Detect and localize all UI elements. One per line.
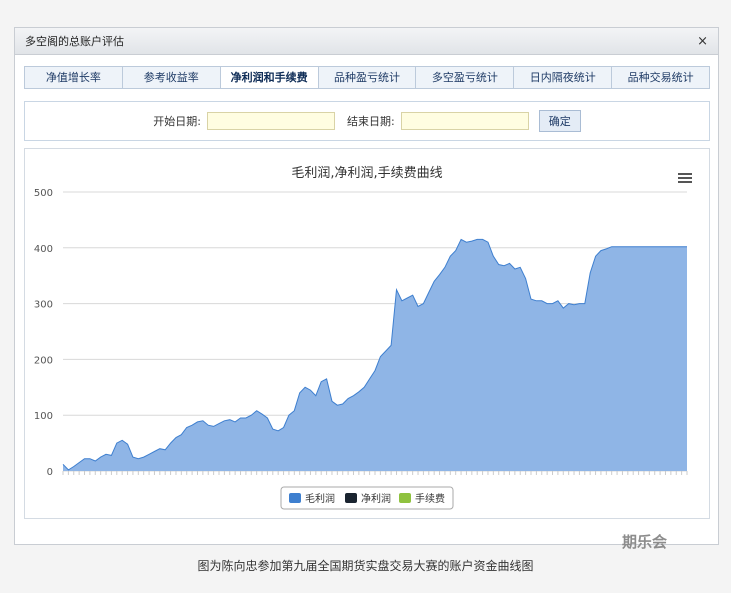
- tab-long-short-pnl[interactable]: 多空盈亏统计: [416, 67, 515, 88]
- legend-label-gross: 毛利润: [305, 492, 335, 505]
- tab-bar: 净值增长率 参考收益率 净利润和手续费 品种盈亏统计 多空盈亏统计 日内隔夜统计…: [24, 66, 710, 89]
- dialog-titlebar: 多空阁的总账户评估 ×: [15, 28, 718, 55]
- legend-swatch-fee: [399, 493, 411, 503]
- hamburger-menu-icon[interactable]: [678, 173, 692, 183]
- legend-swatch-net: [345, 493, 357, 503]
- y-tick-label: 200: [34, 355, 53, 366]
- y-tick-label: 500: [34, 188, 53, 199]
- chart-container: 毛利润,净利润,手续费曲线 0 100 200 300 400 500 毛利润 净利润 手…: [24, 148, 710, 519]
- legend-label-net: 净利润: [361, 492, 391, 505]
- tab-reference-return[interactable]: 参考收益率: [123, 67, 221, 88]
- date-filter-bar: 开始日期: 结束日期: 确定: [24, 101, 710, 141]
- end-date-input[interactable]: [400, 112, 529, 130]
- tab-product-pnl[interactable]: 品种盈亏统计: [319, 67, 417, 88]
- tab-net-value-growth[interactable]: 净值增长率: [25, 67, 123, 88]
- legend-label-fee: 手续费: [415, 492, 445, 505]
- watermark-logo: 期乐会: [622, 533, 668, 551]
- profit-chart: 毛利润,净利润,手续费曲线 0 100 200 300 400 500 毛利润 净利润 手…: [34, 166, 692, 510]
- chart-title: 毛利润,净利润,手续费曲线: [291, 166, 442, 181]
- y-tick-label: 100: [34, 411, 53, 422]
- tab-intraday-overnight[interactable]: 日内隔夜统计: [514, 67, 613, 88]
- end-date-label: 结束日期:: [347, 115, 395, 128]
- close-icon[interactable]: ×: [697, 34, 708, 49]
- image-caption: 图为陈向忠参加第九届全国期货实盘交易大赛的账户资金曲线图: [197, 559, 534, 573]
- chart-legend: 毛利润 净利润 手续费: [280, 486, 454, 510]
- tab-net-profit-fees[interactable]: 净利润和手续费: [220, 67, 319, 88]
- start-date-input[interactable]: [207, 112, 335, 130]
- confirm-button[interactable]: 确定: [538, 110, 581, 132]
- account-evaluation-dialog: 多空阁的总账户评估 × 净值增长率 参考收益率 净利润和手续费 品种盈亏统计 多…: [14, 27, 719, 551]
- y-tick-label: 0: [47, 467, 53, 478]
- y-tick-label: 400: [34, 244, 53, 255]
- legend-swatch-gross: [289, 493, 301, 503]
- tab-product-trades[interactable]: 品种交易统计: [612, 67, 709, 88]
- y-tick-label: 300: [34, 300, 53, 311]
- gross-profit-area: [63, 239, 687, 471]
- dialog-title: 多空阁的总账户评估: [25, 35, 124, 48]
- start-date-label: 开始日期:: [153, 115, 201, 128]
